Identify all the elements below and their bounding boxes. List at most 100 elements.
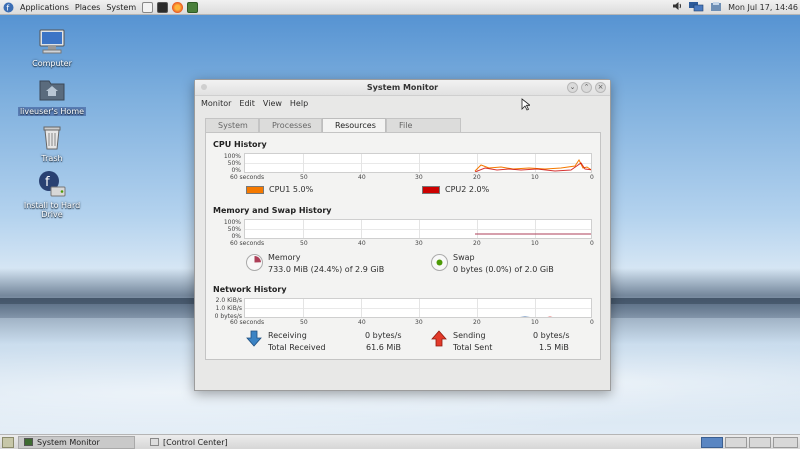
system-menu[interactable]: System	[106, 3, 136, 12]
tab-resources[interactable]: Resources	[322, 118, 386, 132]
memory-value: 733.0 MiB (24.4%) of 2.9 GiB	[268, 265, 385, 274]
memory-usage-slice	[254, 256, 261, 263]
desktop-icon-trash[interactable]: Trash	[12, 122, 92, 163]
menu-edit[interactable]: Edit	[239, 99, 255, 108]
volume-icon[interactable]	[672, 1, 682, 13]
firefox-launcher-icon[interactable]	[172, 1, 184, 13]
cpu-x-tick: 20	[473, 174, 481, 181]
cpu-x-tick: 40	[358, 174, 366, 181]
network-y-tick: 2.0 KiB/s	[215, 297, 242, 304]
trash-icon	[37, 122, 67, 152]
cpu-history-graph	[244, 153, 592, 173]
swap-pie-icon[interactable]	[431, 254, 448, 271]
receiving-rate: 0 bytes/s	[365, 331, 402, 340]
close-button[interactable]: ×	[595, 82, 606, 93]
cpu-x-tick: 50	[300, 174, 308, 181]
memory-x-tick: 20	[473, 240, 481, 247]
mouse-pointer-icon	[521, 98, 532, 113]
workspace-3[interactable]	[749, 437, 771, 448]
receiving-label: Receiving	[268, 331, 307, 340]
fedora-logo-icon[interactable]: f	[3, 2, 14, 13]
tab-processes[interactable]: Processes	[259, 118, 322, 132]
menu-monitor[interactable]: Monitor	[201, 99, 231, 108]
memory-x-tick: 50	[300, 240, 308, 247]
svg-text:f: f	[6, 3, 9, 12]
memory-label: Memory	[268, 253, 301, 262]
cpu-x-tick: 60 seconds	[230, 174, 265, 181]
receiving-line	[519, 316, 531, 317]
network-x-tick: 10	[531, 319, 539, 326]
minimize-button[interactable]: ⌄	[567, 82, 578, 93]
memory-y-tick: 50%	[227, 226, 241, 233]
system-monitor-launcher-icon[interactable]	[187, 1, 199, 13]
cpu-y-tick: 0%	[231, 167, 241, 174]
network-x-tick: 40	[358, 319, 366, 326]
cpu-x-tick: 30	[415, 174, 423, 181]
cpu1-color-swatch[interactable]	[246, 185, 264, 194]
text-editor-launcher-icon[interactable]	[142, 1, 154, 13]
svg-text:f: f	[45, 175, 50, 190]
desktop-icon-label: Trash	[41, 154, 63, 163]
menu-view[interactable]: View	[263, 99, 282, 108]
memory-history-title: Memory and Swap History	[213, 206, 332, 215]
window-menu-icon[interactable]	[201, 84, 207, 90]
window-menubar: Monitor Edit View Help	[195, 96, 610, 111]
network-history-graph	[244, 298, 592, 318]
desktop-icon-computer[interactable]: Computer	[12, 27, 92, 68]
computer-icon	[37, 27, 67, 57]
network-icon[interactable]	[688, 1, 704, 14]
cpu1-legend[interactable]: CPU1 5.0%	[246, 185, 313, 194]
receiving-arrow-icon[interactable]	[246, 330, 262, 347]
total-received-value: 61.6 MiB	[366, 343, 401, 352]
cpu-x-tick: 10	[531, 174, 539, 181]
workspace-1[interactable]	[701, 437, 723, 448]
memory-y-tick: 0%	[231, 233, 241, 240]
memory-x-tick: 0	[590, 240, 594, 247]
update-notifier-icon[interactable]	[710, 1, 722, 14]
desktop-icon-label: Computer	[32, 59, 72, 68]
sending-arrow-icon[interactable]	[431, 330, 447, 347]
memory-x-tick: 60 seconds	[230, 240, 265, 247]
show-desktop-icon[interactable]	[2, 436, 14, 448]
tab-bar: System Processes Resources File Systems	[205, 118, 601, 143]
bottom-panel: System Monitor [Control Center]	[0, 434, 800, 449]
control-center-task-icon	[150, 438, 159, 446]
taskbar-system-monitor[interactable]: System Monitor	[18, 435, 135, 449]
cpu2-label: CPU2 2.0%	[445, 185, 490, 194]
memory-pie-icon[interactable]	[246, 254, 263, 271]
top-panel: f Applications Places System Mon Jul 17,…	[0, 0, 800, 15]
workspace-4[interactable]	[773, 437, 798, 448]
terminal-launcher-icon[interactable]	[157, 1, 169, 13]
window-controls: ⌄ ⌃ ×	[564, 82, 606, 93]
swap-value: 0 bytes (0.0%) of 2.0 GiB	[453, 265, 554, 274]
workspace-2[interactable]	[725, 437, 747, 448]
memory-x-tick: 10	[531, 240, 539, 247]
cpu2-color-swatch[interactable]	[422, 185, 440, 194]
sending-label: Sending	[453, 331, 486, 340]
places-menu[interactable]: Places	[75, 3, 100, 12]
clock[interactable]: Mon Jul 17, 14:46	[728, 3, 798, 12]
window-titlebar[interactable]: System Monitor ⌄ ⌃ ×	[195, 80, 610, 96]
applications-menu[interactable]: Applications	[20, 3, 69, 12]
tab-file-systems[interactable]: File Systems	[386, 118, 461, 143]
network-history-title: Network History	[213, 285, 287, 294]
total-sent-label: Total Sent	[453, 343, 493, 352]
maximize-button[interactable]: ⌃	[581, 82, 592, 93]
desktop-icon-installer[interactable]: f Install to Hard Drive	[12, 169, 92, 219]
swap-label: Swap	[453, 253, 475, 262]
sending-line	[547, 316, 553, 317]
home-folder-icon	[37, 75, 67, 105]
taskbar-control-center[interactable]: [Control Center]	[145, 436, 233, 449]
tab-system[interactable]: System	[205, 118, 259, 132]
system-tray: Mon Jul 17, 14:46	[666, 1, 800, 14]
window-title: System Monitor	[366, 83, 439, 92]
desktop-icon-label: Install to Hard Drive	[23, 201, 81, 219]
resources-panel: CPU History 10 0% 50% 0% 60 seconds 50 40…	[205, 132, 601, 360]
menu-help[interactable]: Help	[290, 99, 308, 108]
cpu2-legend[interactable]: CPU2 2.0%	[422, 185, 489, 194]
desktop-icon-home[interactable]: liveuser's Home	[12, 75, 92, 116]
cpu-history-title: CPU History	[213, 140, 267, 149]
network-x-tick: 50	[300, 319, 308, 326]
memory-history-graph	[244, 219, 592, 239]
sending-rate: 0 bytes/s	[533, 331, 570, 340]
